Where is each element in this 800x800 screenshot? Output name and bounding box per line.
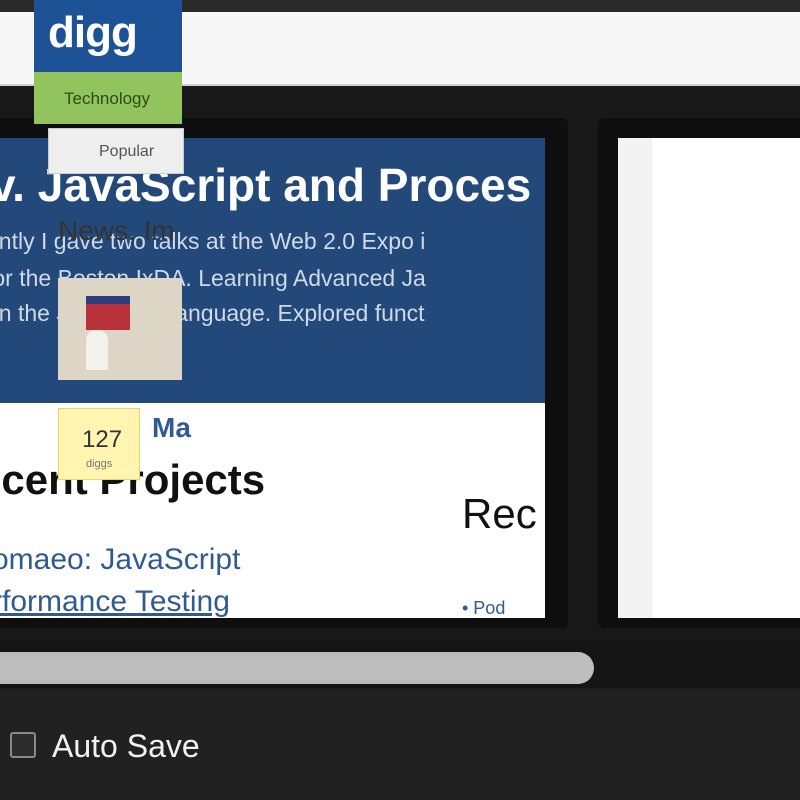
page-margin xyxy=(618,138,652,618)
recent-heading-right: Rec xyxy=(462,490,537,537)
autosave-label: Auto Save xyxy=(52,728,200,764)
autosave-checkbox[interactable] xyxy=(10,732,36,758)
digg-count: 127 xyxy=(82,426,123,453)
side-list-link[interactable]: • Pod xyxy=(462,598,505,618)
digg-count-label: diggs xyxy=(86,458,113,470)
project-link[interactable]: rformance Testing xyxy=(0,585,230,618)
project-link[interactable]: omaeo: JavaScript xyxy=(0,543,240,577)
flag-icon xyxy=(86,296,130,330)
news-heading: News, Im xyxy=(58,215,175,246)
story-link[interactable]: Ma xyxy=(152,412,191,444)
thumbnail-page-2[interactable] xyxy=(618,138,800,618)
person-icon xyxy=(86,330,108,370)
tab-popular-label: Popular xyxy=(99,143,155,160)
digg-logo: digg xyxy=(48,8,138,57)
scrollbar-thumb[interactable] xyxy=(0,652,594,684)
category-label[interactable]: Technology xyxy=(64,89,150,109)
